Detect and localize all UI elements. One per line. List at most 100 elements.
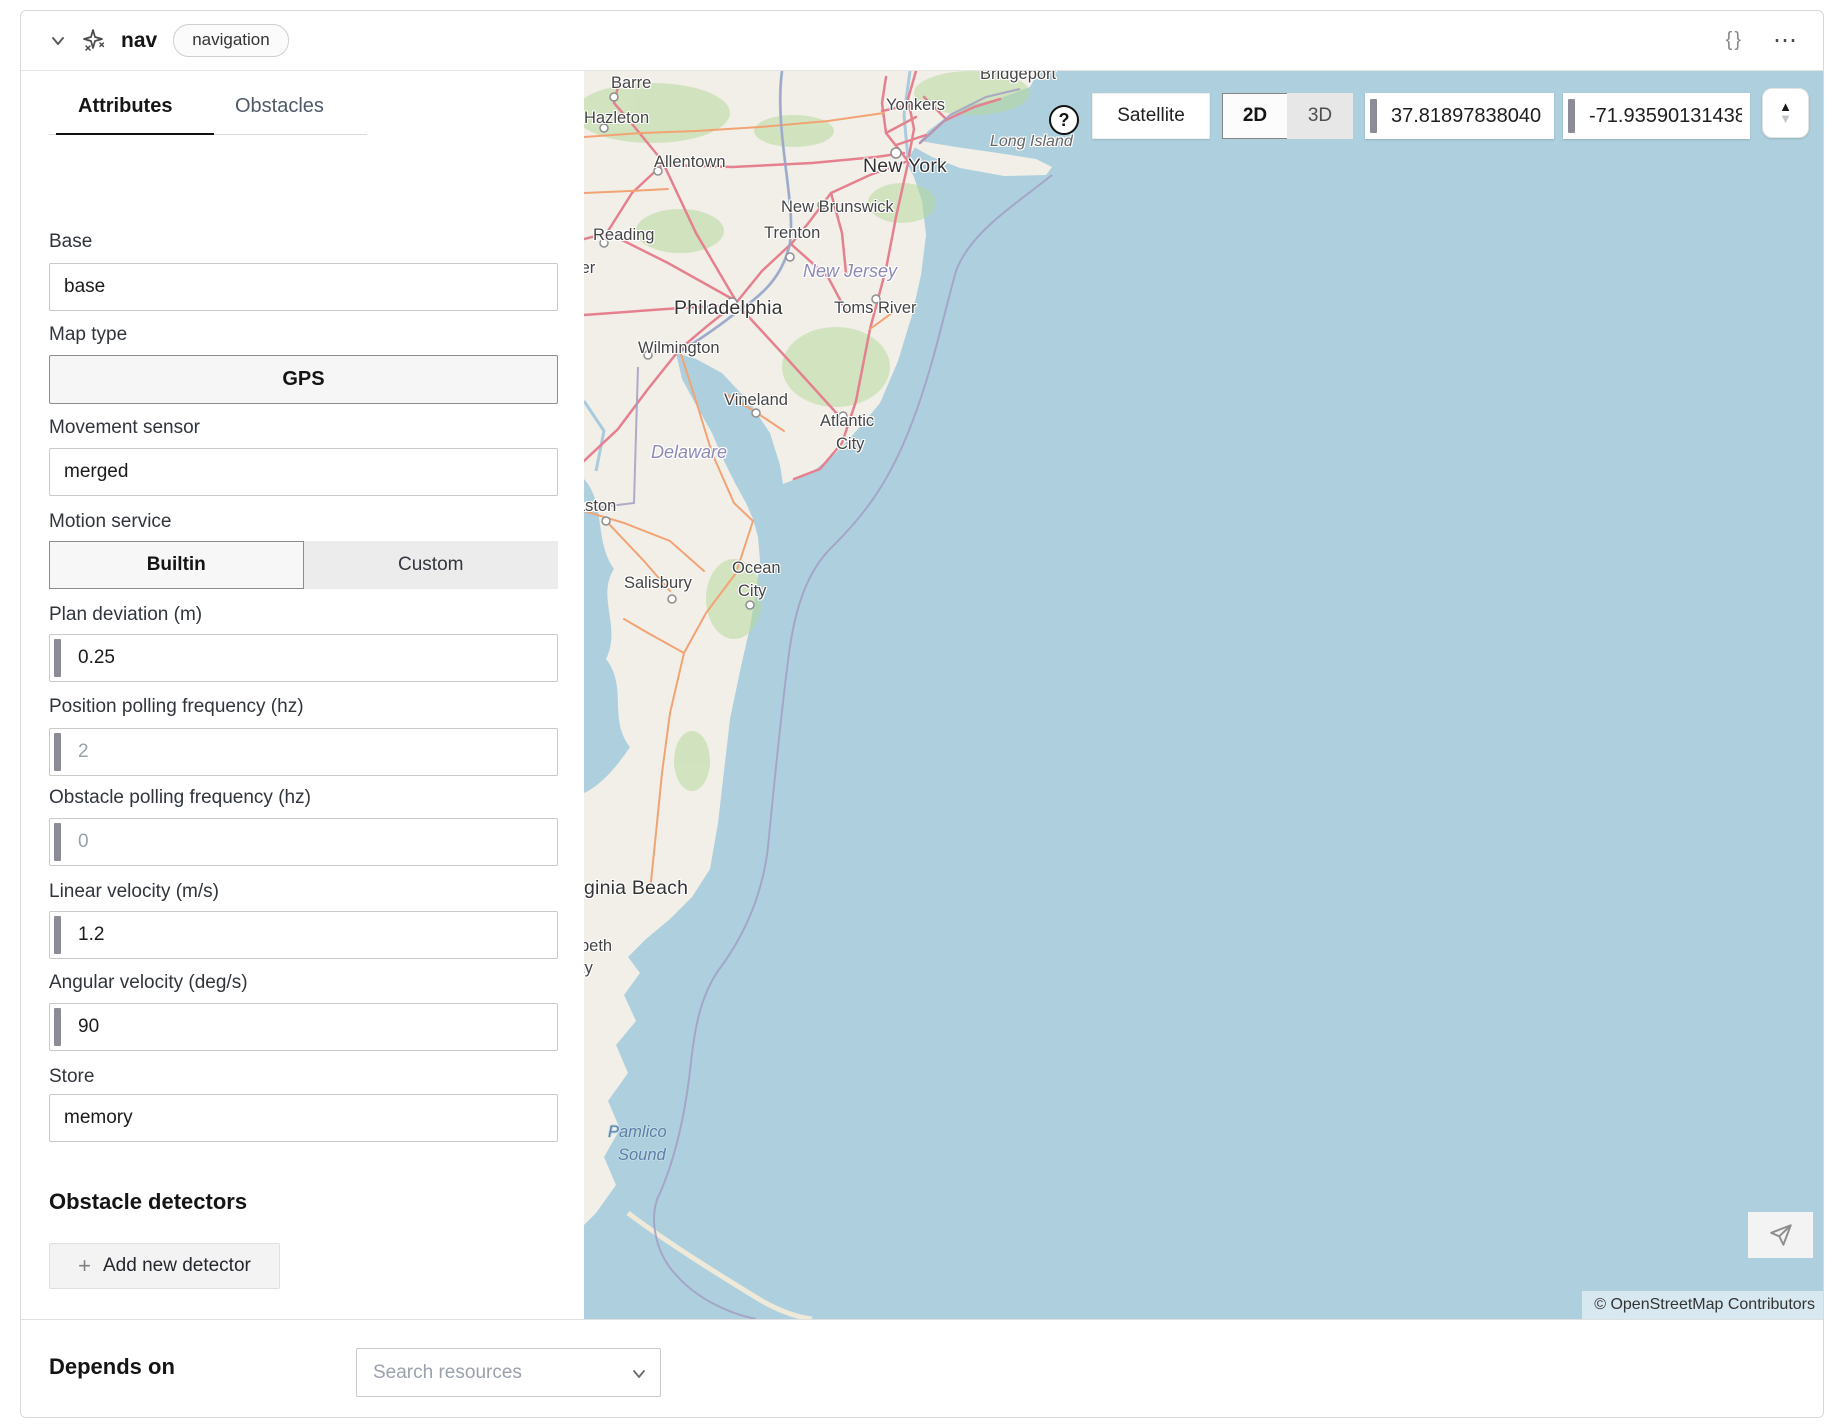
obstacle-polling-label: Obstacle polling frequency (hz) xyxy=(49,787,311,809)
map-label-city: Barre xyxy=(611,74,651,93)
base-label: Base xyxy=(49,231,92,253)
depends-on-section: Depends on xyxy=(21,1319,1823,1418)
locate-me-button[interactable] xyxy=(1748,1212,1813,1258)
map-label-city: Trenton xyxy=(764,224,820,243)
service-name: nav xyxy=(121,29,157,53)
navigation-arrow-icon xyxy=(1768,1222,1794,1248)
map-label-state: New Jersey xyxy=(803,261,897,282)
store-label: Store xyxy=(49,1066,94,1088)
drag-handle[interactable] xyxy=(54,733,61,771)
map-label-city: City xyxy=(836,435,864,454)
map-label-city: New York xyxy=(863,155,947,178)
map-label-city: City xyxy=(738,582,766,601)
latitude-field xyxy=(1365,93,1554,139)
obstacle-polling-field xyxy=(49,818,558,866)
map-label-city: Vineland xyxy=(724,391,788,410)
add-detector-label: Add new detector xyxy=(103,1255,251,1277)
map-label-city: Yonkers xyxy=(886,96,945,115)
service-type-badge: navigation xyxy=(173,24,289,56)
mode-2d-button[interactable]: 2D xyxy=(1222,93,1288,139)
code-braces-icon[interactable]: {} xyxy=(1726,29,1743,52)
store-input[interactable] xyxy=(49,1094,558,1142)
service-card-header: nav navigation {} ⋯ xyxy=(21,11,1823,71)
map-label-city: beth xyxy=(584,937,612,956)
drag-handle[interactable] xyxy=(1370,99,1377,133)
map-label-city: Allentown xyxy=(654,153,726,172)
plan-deviation-field xyxy=(49,634,558,682)
service-sparkle-icon xyxy=(81,28,107,54)
map-label-island: Long Island xyxy=(990,133,1073,151)
map-label-city: Philadelphia xyxy=(674,297,783,320)
tab-active-underline xyxy=(56,133,214,135)
mode-3d-button[interactable]: 3D xyxy=(1287,93,1353,139)
map-label-city: ginia Beach xyxy=(584,877,688,900)
motion-service-segmented: Builtin Custom xyxy=(49,541,558,589)
obstacle-polling-input[interactable] xyxy=(49,818,558,866)
service-card-body: Attributes Obstacles Base Map type GPS M… xyxy=(21,71,1824,1319)
movement-sensor-input[interactable] xyxy=(49,448,558,496)
step-down-icon[interactable]: ▼ xyxy=(1779,113,1792,125)
map-canvas[interactable]: Barre Hazleton Allentown Reading ter Tre… xyxy=(584,71,1824,1319)
openstreetmap-graphic xyxy=(584,71,1824,1319)
satellite-toggle-button[interactable]: Satellite xyxy=(1092,93,1210,139)
plan-deviation-input[interactable] xyxy=(49,634,558,682)
map-label-city: ter xyxy=(584,259,595,278)
screen: nav navigation {} ⋯ Attributes Obstacles… xyxy=(0,0,1844,1428)
search-resources-input[interactable] xyxy=(357,1349,660,1396)
base-input[interactable] xyxy=(49,263,558,311)
map-label-city: ty xyxy=(584,959,593,978)
position-polling-field xyxy=(49,728,558,776)
map-type-label: Map type xyxy=(49,324,127,346)
tab-obstacles[interactable]: Obstacles xyxy=(235,95,324,118)
more-menu-icon[interactable]: ⋯ xyxy=(1773,35,1797,47)
map-attribution: © OpenStreetMap Contributors xyxy=(1582,1291,1824,1319)
map-label-city: Hazleton xyxy=(584,109,649,128)
map-label-city: aston xyxy=(584,497,616,516)
map-label-city: Atlantic xyxy=(820,412,874,431)
map-label-state: Delaware xyxy=(651,442,727,463)
help-icon[interactable]: ? xyxy=(1049,105,1079,135)
collapse-chevron-icon[interactable] xyxy=(47,30,69,52)
coordinate-stepper: ▲ ▼ xyxy=(1762,88,1809,138)
map-label-city: Bridgeport xyxy=(980,71,1056,84)
map-label-city: Reading xyxy=(593,226,654,245)
plan-deviation-label: Plan deviation (m) xyxy=(49,604,202,626)
service-card: nav navigation {} ⋯ Attributes Obstacles… xyxy=(20,10,1824,1418)
map-label-city: Ocean xyxy=(732,559,781,578)
map-label-water: Sound xyxy=(618,1146,666,1165)
obstacle-detectors-heading: Obstacle detectors xyxy=(49,1189,247,1215)
drag-handle[interactable] xyxy=(54,823,61,861)
map-label-city: Wilmington xyxy=(638,339,720,358)
motion-service-custom-button[interactable]: Custom xyxy=(304,541,559,589)
search-resources-select xyxy=(356,1348,661,1397)
latitude-input[interactable] xyxy=(1365,93,1554,139)
motion-service-label: Motion service xyxy=(49,511,172,533)
drag-handle[interactable] xyxy=(1568,99,1575,133)
angular-velocity-input[interactable] xyxy=(49,1003,558,1051)
linear-velocity-label: Linear velocity (m/s) xyxy=(49,881,219,903)
angular-velocity-label: Angular velocity (deg/s) xyxy=(49,972,248,994)
depends-on-heading: Depends on xyxy=(49,1354,175,1380)
linear-velocity-input[interactable] xyxy=(49,911,558,959)
movement-sensor-label: Movement sensor xyxy=(49,417,200,439)
plus-icon: + xyxy=(78,1255,91,1277)
map-label-city: Salisbury xyxy=(624,574,692,593)
chevron-down-icon[interactable] xyxy=(630,1365,648,1383)
tab-attributes[interactable]: Attributes xyxy=(78,95,172,118)
map-label-city: Toms River xyxy=(834,299,917,318)
drag-handle[interactable] xyxy=(54,1008,61,1046)
position-polling-input[interactable] xyxy=(49,728,558,776)
attributes-panel: Attributes Obstacles Base Map type GPS M… xyxy=(21,71,584,1319)
map-type-gps-button[interactable]: GPS xyxy=(49,355,558,404)
position-polling-label: Position polling frequency (hz) xyxy=(49,696,304,718)
drag-handle[interactable] xyxy=(54,916,61,954)
add-detector-button[interactable]: + Add new detector xyxy=(49,1243,280,1289)
motion-service-builtin-button[interactable]: Builtin xyxy=(49,541,304,589)
angular-velocity-field xyxy=(49,1003,558,1051)
map-label-city: New Brunswick xyxy=(781,198,894,217)
linear-velocity-field xyxy=(49,911,558,959)
drag-handle[interactable] xyxy=(54,639,61,677)
longitude-field xyxy=(1563,93,1750,139)
map-label-water: Pamlico xyxy=(608,1123,667,1142)
longitude-input[interactable] xyxy=(1563,93,1750,139)
